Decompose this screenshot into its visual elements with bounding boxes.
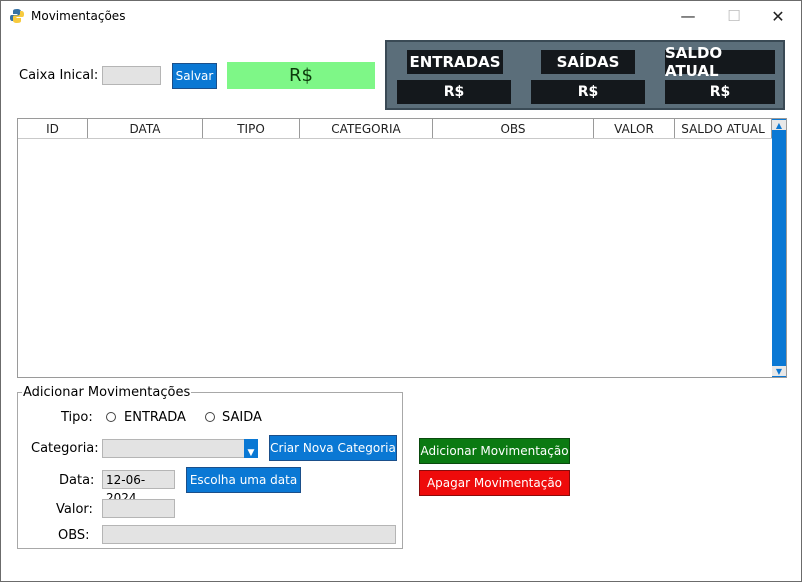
window-title: Movimentações bbox=[31, 9, 126, 23]
column-header-categoria[interactable]: CATEGORIA bbox=[300, 119, 433, 138]
data-label: Data: bbox=[59, 473, 95, 488]
entradas-header: ENTRADAS bbox=[407, 50, 503, 74]
categoria-combobox[interactable] bbox=[102, 439, 245, 458]
column-header-tipo[interactable]: TIPO bbox=[203, 119, 300, 138]
minimize-button[interactable]: — bbox=[665, 1, 711, 31]
column-header-data[interactable]: DATA bbox=[88, 119, 203, 138]
column-header-saldo-atual[interactable]: SALDO ATUAL bbox=[675, 119, 772, 138]
close-icon: ✕ bbox=[771, 6, 785, 26]
add-movement-group-title: Adicionar Movimentações bbox=[22, 385, 192, 400]
saidas-value: R$ bbox=[531, 80, 645, 104]
add-movement-button[interactable]: Adicionar Movimentação bbox=[419, 438, 570, 464]
scroll-down-icon[interactable]: ▼ bbox=[772, 366, 786, 376]
radio-saida-label[interactable]: SAIDA bbox=[222, 410, 262, 425]
radio-saida[interactable] bbox=[205, 412, 215, 422]
saldo-atual-value: R$ bbox=[665, 80, 775, 104]
close-button[interactable]: ✕ bbox=[755, 1, 801, 31]
chevron-down-icon[interactable]: ▼ bbox=[244, 439, 258, 458]
saidas-header: SAÍDAS bbox=[541, 50, 635, 74]
choose-date-button[interactable]: Escolha uma data bbox=[186, 467, 301, 493]
maximize-icon: ☐ bbox=[727, 7, 741, 25]
movements-table[interactable]: ID DATA TIPO CATEGORIA OBS VALOR SALDO A… bbox=[17, 118, 787, 378]
caixa-inicial-label: Caixa Inical: bbox=[19, 68, 99, 83]
date-field[interactable]: 12-06-2024 bbox=[102, 470, 175, 505]
valor-input[interactable] bbox=[102, 499, 175, 518]
caixa-inicial-input[interactable] bbox=[102, 66, 161, 85]
scroll-up-icon[interactable]: ▲ bbox=[772, 120, 786, 130]
entradas-value: R$ bbox=[397, 80, 511, 104]
column-header-obs[interactable]: OBS bbox=[433, 119, 594, 138]
minimize-icon: — bbox=[680, 7, 696, 25]
valor-label: Valor: bbox=[56, 502, 93, 517]
table-header: ID DATA TIPO CATEGORIA OBS VALOR SALDO A… bbox=[18, 119, 772, 139]
obs-label: OBS: bbox=[58, 528, 90, 543]
save-button[interactable]: Salvar bbox=[172, 63, 217, 89]
column-header-id[interactable]: ID bbox=[18, 119, 88, 138]
new-category-button[interactable]: Criar Nova Categoria bbox=[269, 435, 397, 461]
obs-input[interactable] bbox=[102, 525, 396, 544]
app-window: Movimentações — ☐ ✕ Caixa Inical: Salvar… bbox=[0, 0, 802, 582]
maximize-button[interactable]: ☐ bbox=[711, 1, 757, 31]
summary-panel: ENTRADAS SAÍDAS SALDO ATUAL R$ R$ R$ bbox=[385, 40, 785, 110]
saldo-atual-header: SALDO ATUAL bbox=[665, 44, 775, 80]
radio-entrada-label[interactable]: ENTRADA bbox=[124, 410, 186, 425]
total-display: R$ bbox=[227, 62, 375, 89]
table-scrollbar[interactable]: ▲ ▼ bbox=[772, 119, 786, 377]
radio-entrada[interactable] bbox=[106, 412, 116, 422]
delete-movement-button[interactable]: Apagar Movimentação bbox=[419, 470, 570, 496]
python-app-icon bbox=[10, 9, 24, 23]
categoria-label: Categoria: bbox=[31, 441, 99, 456]
column-header-valor[interactable]: VALOR bbox=[594, 119, 675, 138]
title-bar: Movimentações — ☐ ✕ bbox=[1, 1, 801, 31]
tipo-label: Tipo: bbox=[61, 410, 93, 425]
